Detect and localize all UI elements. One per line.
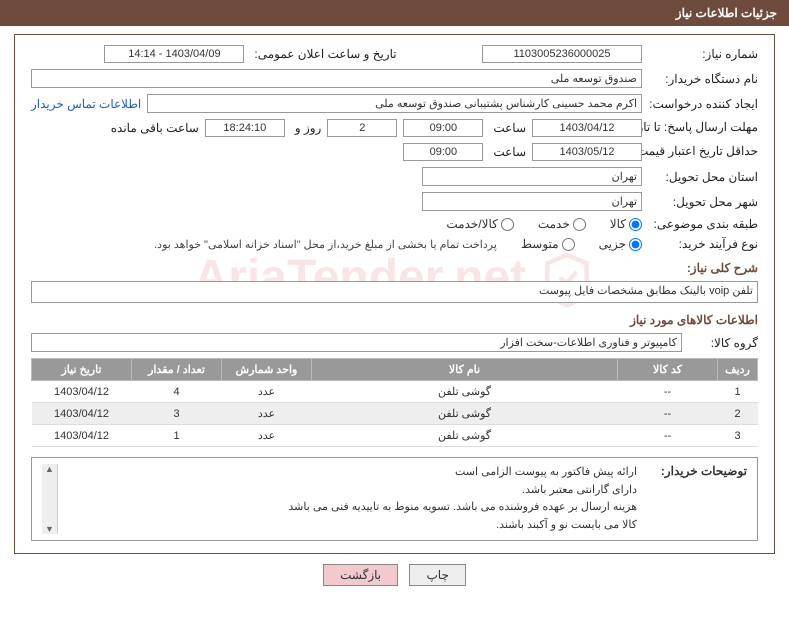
cell-qty: 1 [132,425,222,447]
items-table: ردیف کد کالا نام کالا واحد شمارش تعداد /… [31,358,758,447]
buyer-contact-link[interactable]: اطلاعات تماس خریدار [31,97,141,111]
radio-partial[interactable]: جزیی [599,237,642,251]
cell-code: -- [618,381,718,403]
field-item-group: کامپیوتر و فناوری اطلاعات-سخت افزار [31,333,682,352]
process-note: پرداخت تمام یا بخشی از مبلغ خرید،از محل … [154,238,497,251]
label-req-no: شماره نیاز: [648,47,758,61]
cell-row: 3 [718,425,758,447]
buyer-notes-box: توضیحات خریدار: ارائه پیش فاکتور به پیوس… [31,457,758,541]
radio-service-label: خدمت [538,217,570,231]
scroll-down-icon[interactable]: ▼ [45,524,54,534]
label-summary: شرح کلی نیاز: [31,261,758,275]
table-row: 1--گوشی تلفنعدد41403/04/12 [32,381,758,403]
field-time-remain: 18:24:10 [205,119,285,137]
scrollbar[interactable]: ▲ ▼ [42,464,58,534]
cell-unit: عدد [222,403,312,425]
label-province: استان محل تحویل: [648,170,758,184]
label-buyer-org: نام دستگاه خریدار: [648,72,758,86]
radio-goods[interactable]: کالا [610,217,642,231]
radio-goods-label: کالا [610,217,626,231]
items-heading: اطلاعات کالاهای مورد نیاز [31,313,758,327]
radio-both[interactable]: کالا/خدمت [446,217,513,231]
label-category: طبقه بندی موضوعی: [648,217,758,231]
buyer-notes-text: ارائه پیش فاکتور به پیوست الزامی استدارا… [68,464,637,534]
cell-unit: عدد [222,381,312,403]
th-qty: تعداد / مقدار [132,359,222,381]
cell-need_date: 1403/04/12 [32,425,132,447]
cell-qty: 4 [132,381,222,403]
label-buyer-notes: توضیحات خریدار: [647,464,747,478]
field-deadline-date: 1403/04/12 [532,119,642,137]
radio-service[interactable]: خدمت [538,217,586,231]
cell-need_date: 1403/04/12 [32,403,132,425]
field-validity-time: 09:00 [403,143,483,161]
print-button[interactable]: چاپ [409,564,465,586]
field-announce-dt: 1403/04/09 - 14:14 [104,45,244,63]
label-process: نوع فرآیند خرید: [648,237,758,251]
radio-both-label: کالا/خدمت [446,217,497,231]
th-date: تاریخ نیاز [32,359,132,381]
cell-code: -- [618,425,718,447]
label-announce-dt: تاریخ و ساعت اعلان عمومی: [250,47,396,61]
radio-partial-label: جزیی [599,237,626,251]
th-code: کد کالا [618,359,718,381]
field-deadline-time: 09:00 [403,119,483,137]
th-row: ردیف [718,359,758,381]
back-button[interactable]: بازگشت [323,564,398,586]
radio-medium[interactable]: متوسط [521,237,575,251]
label-remain: ساعت باقی مانده [107,121,199,135]
field-buyer-org: صندوق توسعه ملی [31,69,642,88]
cell-name: گوشی تلفن [312,425,618,447]
field-requester: اکرم محمد حسینی کارشناس پشتیبانی صندوق ت… [147,94,642,113]
cell-unit: عدد [222,425,312,447]
label-saat-2: ساعت [489,145,526,159]
label-item-group: گروه کالا: [688,336,758,350]
field-city: تهران [422,192,642,211]
button-row: چاپ بازگشت [0,564,789,586]
field-province: تهران [422,167,642,186]
label-requester: ایجاد کننده درخواست: [648,97,758,111]
label-deadline: مهلت ارسال پاسخ: تا تاریخ: [648,120,758,136]
details-panel: شماره نیاز: 1103005236000025 تاریخ و ساع… [14,34,775,554]
label-saat-1: ساعت [489,121,526,135]
cell-row: 1 [718,381,758,403]
th-name: نام کالا [312,359,618,381]
th-unit: واحد شمارش [222,359,312,381]
cell-code: -- [618,403,718,425]
cell-name: گوشی تلفن [312,381,618,403]
radio-medium-label: متوسط [521,237,559,251]
cell-name: گوشی تلفن [312,403,618,425]
label-rooz: روز و [291,121,322,135]
field-days-remain: 2 [327,119,397,137]
label-validity: حداقل تاریخ اعتبار قیمت: تا تاریخ: [648,144,758,160]
field-req-no: 1103005236000025 [482,45,642,63]
cell-need_date: 1403/04/12 [32,381,132,403]
page-title: جزئیات اطلاعات نیاز [0,0,789,26]
cell-qty: 3 [132,403,222,425]
cell-row: 2 [718,403,758,425]
label-city: شهر محل تحویل: [648,195,758,209]
field-summary: تلفن voip بالینک مطابق مشخصات فایل پیوست [31,281,758,303]
table-row: 2--گوشی تلفنعدد31403/04/12 [32,403,758,425]
table-row: 3--گوشی تلفنعدد11403/04/12 [32,425,758,447]
scroll-up-icon[interactable]: ▲ [45,464,54,474]
field-validity-date: 1403/05/12 [532,143,642,161]
